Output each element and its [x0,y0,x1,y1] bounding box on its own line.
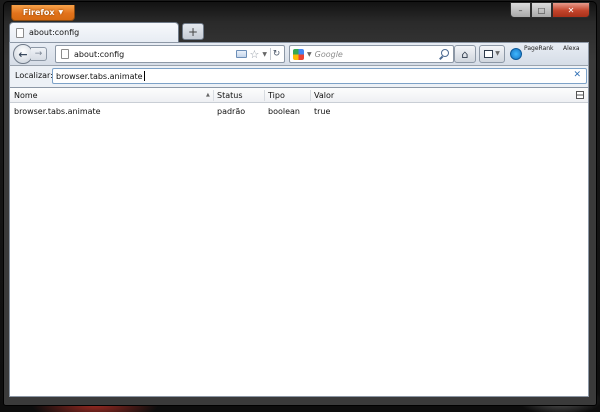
back-button[interactable]: ← [13,44,33,64]
chevron-down-icon: ▼ [58,9,64,16]
config-table: Nome ▲ Status Tipo Valor browser.tabs.an… [9,87,589,397]
google-icon[interactable] [293,48,304,60]
search-bar[interactable]: ▼ Google [289,45,454,63]
bookmarks-menu-button[interactable]: ▼ [479,45,505,63]
firefox-menu-label: Firefox [22,8,55,17]
column-header-name[interactable]: Nome [14,91,38,100]
maximize-button[interactable]: □ [531,2,552,18]
column-header-value[interactable]: Valor [314,91,334,100]
find-input-value: browser.tabs.animate [56,71,143,81]
find-input[interactable]: browser.tabs.animate ✕ [52,68,587,84]
find-bar: Localizar: browser.tabs.animate ✕ [9,66,589,87]
url-bar[interactable]: about:config ☆ ▼ ↻ [55,45,285,63]
find-label: Localizar: [15,71,53,80]
home-button[interactable]: ⌂ [454,45,476,63]
search-placeholder: Google [314,49,343,59]
reader-icon[interactable] [235,50,247,58]
url-bar-icons: ☆ ▼ ↻ [235,47,283,61]
navigation-toolbar: ← → about:config ☆ ▼ ↻ ▼ Google ⌂ ▼ Page… [9,42,589,66]
column-header-type[interactable]: Tipo [268,91,285,100]
pagerank-label[interactable]: PageRank [524,45,554,52]
site-identity-icon [61,49,69,59]
text-cursor [143,71,145,81]
chevron-down-icon: ▼ [495,50,500,57]
minimize-button[interactable]: – [510,2,531,18]
bookmarks-icon [484,50,494,58]
cell-status: padrão [217,107,246,116]
cell-value: true [314,107,331,116]
forward-button[interactable]: → [31,47,47,61]
window-caption-buttons: – □ ✕ [510,2,590,18]
column-separator[interactable] [264,90,265,101]
page-icon [16,27,24,38]
column-header-status[interactable]: Status [217,91,243,100]
close-window-button[interactable]: ✕ [552,2,590,18]
tab-about-config[interactable]: about:config [9,22,179,42]
table-header: Nome ▲ Status Tipo Valor [10,88,588,103]
new-tab-button[interactable]: + [182,23,204,40]
cell-name: browser.tabs.animate [14,107,101,116]
url-text: about:config [74,49,125,59]
tab-label: about:config [29,28,80,37]
column-picker-icon[interactable] [576,91,584,99]
bookmark-star-icon[interactable]: ☆ [250,49,260,60]
history-dropdown-icon[interactable]: ▼ [262,51,267,58]
reload-icon[interactable]: ↻ [270,48,282,60]
back-arrow-icon: ← [18,47,28,61]
search-engine-dropdown-icon[interactable]: ▼ [307,51,312,58]
clear-icon[interactable]: ✕ [573,71,581,80]
home-icon: ⌂ [461,47,469,61]
pagerank-icon[interactable] [510,48,522,60]
cell-type: boolean [268,107,300,116]
search-icon[interactable] [441,49,449,57]
alexa-label[interactable]: Alexa [563,45,580,52]
column-separator[interactable] [213,90,214,101]
firefox-menu-button[interactable]: Firefox ▼ [11,5,75,21]
table-row[interactable]: browser.tabs.animate padrão boolean true [10,106,588,118]
forward-arrow-icon: → [34,48,43,59]
column-separator[interactable] [310,90,311,101]
sort-ascending-icon: ▲ [206,92,210,98]
